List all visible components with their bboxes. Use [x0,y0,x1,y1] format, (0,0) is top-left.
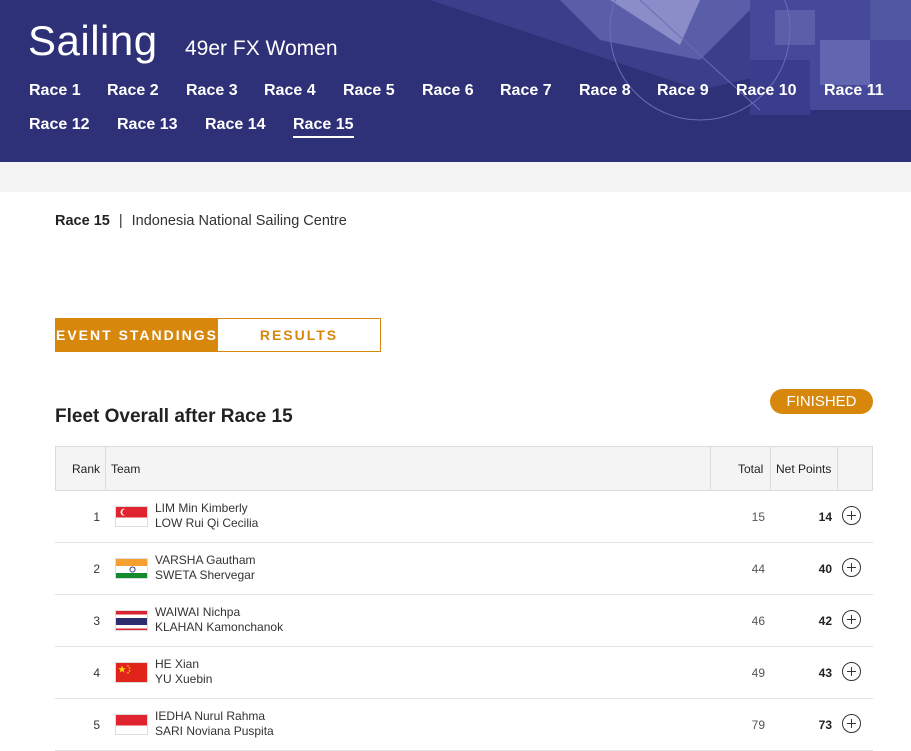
table-row[interactable]: 3 WAIWAI Nichpa KLAHAN Kamonchanok 46 42 [55,595,873,647]
sailor-name[interactable]: YU Xuebin [155,672,212,687]
col-team: Team [111,462,141,476]
indonesia-flag-icon [115,714,148,735]
breadcrumb: Race 15 | Indonesia National Sailing Centr… [55,213,347,229]
event-title: 49er FX Women [185,37,338,60]
sailor-name[interactable]: VARSHA Gautham [155,553,256,568]
tab-race-10[interactable]: Race 10 [736,82,797,100]
net-points-cell: 14 [818,510,832,524]
tab-race-5[interactable]: Race 5 [343,82,395,100]
standings-results-toggle: EVENT STANDINGS RESULTS [55,318,381,352]
team-names: VARSHA Gautham SWETA Shervegar [155,553,256,583]
tab-race-4[interactable]: Race 4 [264,82,316,100]
col-rank: Rank [72,462,101,476]
tab-race-2[interactable]: Race 2 [107,82,159,100]
sailor-name[interactable]: LIM Min Kimberly [155,501,258,516]
rank-cell: 2 [93,562,100,576]
net-points-cell: 40 [818,562,832,576]
thailand-flag-icon [115,610,148,631]
india-flag-icon [115,558,148,579]
sailor-name[interactable]: KLAHAN Kamonchanok [155,620,283,635]
table-row[interactable]: 2 VARSHA Gautham SWETA Shervegar 44 40 [55,543,873,595]
results-button[interactable]: RESULTS [218,319,380,351]
rank-cell: 1 [93,510,100,524]
breadcrumb-separator: | [118,213,123,229]
col-divider [770,447,771,490]
breadcrumb-race: Race 15 [55,213,110,229]
sailor-name[interactable]: LOW Rui Qi Cecilia [155,516,258,531]
expand-plus-icon[interactable] [842,662,861,681]
team-names: WAIWAI Nichpa KLAHAN Kamonchanok [155,605,283,635]
total-cell: 79 [751,718,765,732]
status-badge: FINISHED [770,389,873,414]
tab-race-15[interactable]: Race 15 [293,116,354,138]
sport-title: Sailing [28,17,158,64]
net-points-cell: 42 [818,614,832,628]
total-cell: 46 [751,614,765,628]
standings-table: Rank Team Total Net Points 1 LIM Min Kim… [55,446,873,751]
header-divider-band [0,162,911,192]
table-row[interactable]: 1 LIM Min Kimberly LOW Rui Qi Cecilia 15… [55,491,873,543]
total-cell: 44 [751,562,765,576]
rank-cell: 3 [93,614,100,628]
sailor-name[interactable]: WAIWAI Nichpa [155,605,283,620]
table-row[interactable]: 4 HE Xian YU Xuebin 49 43 [55,647,873,699]
tab-race-13[interactable]: Race 13 [117,116,178,134]
rank-cell: 4 [93,666,100,680]
tab-race-8[interactable]: Race 8 [579,82,631,100]
col-total: Total [738,462,764,476]
tab-race-12[interactable]: Race 12 [29,116,90,134]
section-title: Fleet Overall after Race 15 [55,406,293,427]
rank-cell: 5 [93,718,100,732]
event-standings-button[interactable]: EVENT STANDINGS [56,319,218,351]
breadcrumb-venue: Indonesia National Sailing Centre [131,213,347,229]
expand-plus-icon[interactable] [842,610,861,629]
net-points-cell: 43 [818,666,832,680]
china-flag-icon [115,662,148,683]
table-row[interactable]: 5 IEDHA Nurul Rahma SARI Noviana Puspita… [55,699,873,751]
page-header: Sailing 49er FX Women Race 1 Race 2 Race… [0,0,911,162]
sailor-name[interactable]: HE Xian [155,657,212,672]
expand-plus-icon[interactable] [842,558,861,577]
tab-race-9[interactable]: Race 9 [657,82,709,100]
net-points-cell: 73 [818,718,832,732]
tab-race-3[interactable]: Race 3 [186,82,238,100]
tab-race-1[interactable]: Race 1 [29,82,81,100]
singapore-flag-icon [115,506,148,527]
team-names: HE Xian YU Xuebin [155,657,212,687]
tab-race-11[interactable]: Race 11 [824,82,884,100]
table-header: Rank Team Total Net Points [55,446,873,491]
sailor-name[interactable]: SWETA Shervegar [155,568,256,583]
sailor-name[interactable]: IEDHA Nurul Rahma [155,709,274,724]
team-names: IEDHA Nurul Rahma SARI Noviana Puspita [155,709,274,739]
expand-plus-icon[interactable] [842,714,861,733]
col-net-points: Net Points [776,462,832,476]
tab-race-6[interactable]: Race 6 [422,82,474,100]
sailor-name[interactable]: SARI Noviana Puspita [155,724,274,739]
tab-race-14[interactable]: Race 14 [205,116,266,134]
col-divider [105,447,106,490]
tab-race-7[interactable]: Race 7 [500,82,552,100]
col-divider [710,447,711,490]
total-cell: 49 [751,666,765,680]
expand-plus-icon[interactable] [842,506,861,525]
team-names: LIM Min Kimberly LOW Rui Qi Cecilia [155,501,258,531]
col-divider [837,447,838,490]
total-cell: 15 [751,510,765,524]
